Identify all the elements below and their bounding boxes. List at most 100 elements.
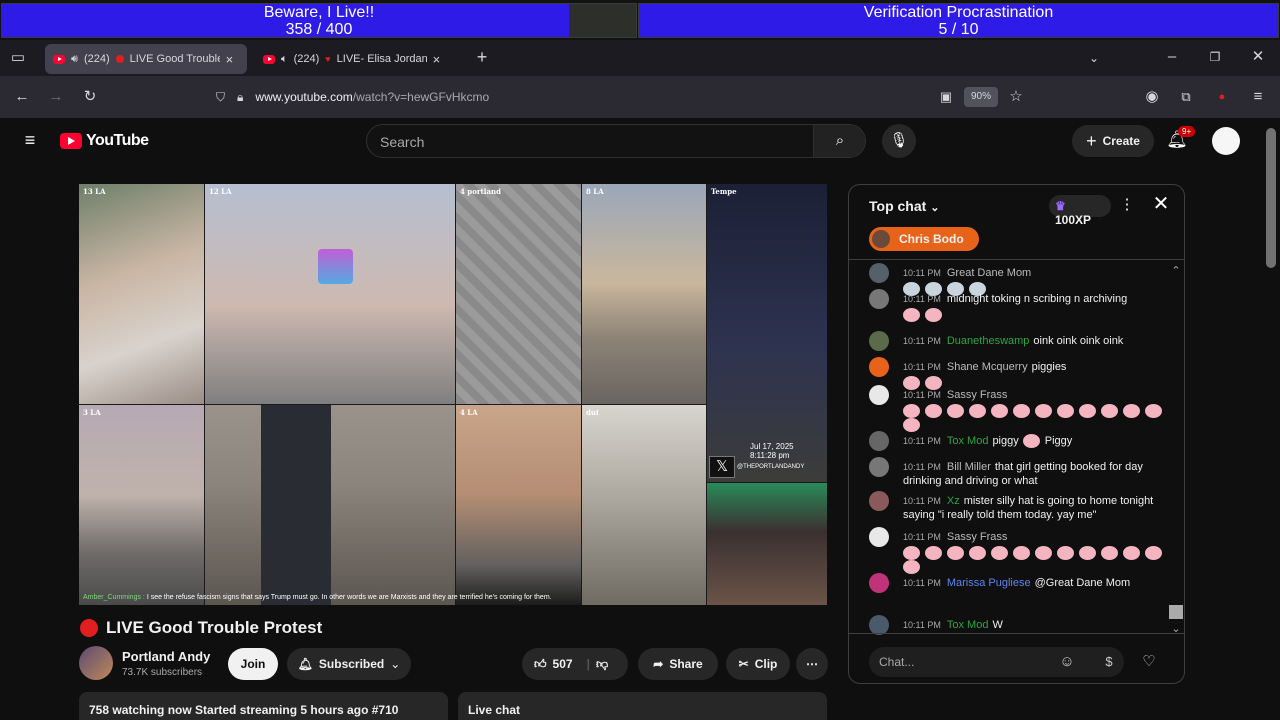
mute-icon[interactable]: 🔈︎ [281, 53, 288, 66]
tile-label: 12 LA [209, 187, 232, 196]
search-button[interactable]: ⌕ [813, 125, 865, 157]
minimize-icon[interactable]: – [1162, 47, 1182, 67]
chat-avatar[interactable] [869, 615, 889, 635]
chat-message-body: 10:11 PM Sassy Frass [903, 388, 1169, 433]
chat-author[interactable]: Bill Miller [947, 461, 991, 473]
speaker-icon[interactable]: 🔊︎ [71, 53, 78, 66]
hamburger-menu-icon[interactable]: ≡ [20, 130, 40, 150]
back-icon[interactable]: ← [12, 87, 32, 107]
chat-message-body: 10:11 PM Xz mister silly hat is going to h… [903, 494, 1169, 522]
clip-button[interactable]: ✂ Clip [726, 648, 790, 680]
super-chat-icon[interactable]: $ [1099, 652, 1119, 672]
share-button[interactable]: ➦ Share [638, 648, 718, 680]
chat-message-body: 10:11 PM Sassy Frass [903, 530, 1169, 575]
emoji-row [903, 404, 1169, 433]
picture-icon[interactable]: ▣ [936, 87, 956, 107]
zoom-level[interactable]: 90% [964, 87, 998, 107]
chat-avatar[interactable] [869, 491, 889, 511]
close-chat-icon[interactable]: ✕ [1151, 194, 1171, 214]
chat-scrollbar-thumb[interactable] [1169, 605, 1183, 619]
list-all-tabs-icon[interactable]: ⌄ [1084, 48, 1104, 68]
tab-live-elisa-jordan[interactable]: 🔈︎ (224) ♥ LIVE- Elisa Jordan × [255, 44, 455, 74]
chat-author[interactable]: Sassy Frass [947, 531, 1008, 543]
dislike-button[interactable]: 👎︎ [596, 657, 608, 672]
forward-icon[interactable]: → [46, 87, 66, 107]
live-chat-replay-header[interactable]: Live chat [458, 692, 827, 720]
new-tab-button[interactable]: + [472, 47, 492, 67]
chat-avatar[interactable] [869, 331, 889, 351]
chat-avatar[interactable] [869, 357, 889, 377]
xp-badge[interactable]: ♛ 100XP [1049, 195, 1111, 227]
chat-timestamp: 10:11 PM [903, 532, 941, 542]
close-window-icon[interactable]: ✕ [1248, 47, 1268, 67]
chat-avatar[interactable] [869, 385, 889, 405]
subscribed-button[interactable]: 🔔︎ Subscribed ⌄ [287, 648, 411, 680]
chat-emoji-icon [925, 404, 942, 419]
supporter-avatar [872, 230, 890, 248]
chat-author[interactable]: Tox Mod [947, 619, 989, 631]
shield-icon[interactable]: ⛉ [216, 90, 225, 105]
create-button[interactable]: + Create [1072, 125, 1154, 157]
page-scrollbar-thumb[interactable] [1266, 128, 1276, 268]
scroll-up-icon[interactable]: ⌃ [1167, 261, 1184, 281]
close-tab-icon[interactable]: × [226, 52, 234, 67]
microphone-icon: 🎙︎ [889, 132, 909, 149]
url-bar[interactable]: ⛉ 🔒︎ www.youtube.com /watch?v=hewGFvHkcm… [210, 82, 1030, 112]
reload-icon[interactable]: ↻ [80, 87, 100, 107]
chat-input[interactable]: Chat... [869, 647, 1124, 677]
heart-icon[interactable]: ♡ [1139, 652, 1159, 672]
like-button[interactable]: 👍︎ [534, 657, 547, 672]
chat-avatar[interactable] [869, 289, 889, 309]
stream-tile: Tempe Jul 17, 2025 8:11:28 pm 𝕏 @THEPORT… [707, 184, 827, 482]
top-chat-dropdown[interactable]: Top chat ⌄ [869, 198, 939, 214]
channel-name[interactable]: Portland Andy [122, 649, 210, 664]
tab-list-icon[interactable]: ▭ [8, 48, 28, 68]
chat-avatar[interactable] [869, 527, 889, 547]
chat-emoji-icon [903, 546, 920, 561]
chat-emoji-icon [903, 560, 920, 575]
search-input[interactable]: Search [380, 134, 424, 150]
video-player[interactable]: 13 LA 12 LA 4 portland 8 LA Tempe Jul 17… [79, 184, 827, 605]
close-tab-icon[interactable]: × [433, 52, 441, 67]
chat-timestamp: 10:11 PM [903, 462, 941, 472]
pinned-supporter-chip[interactable]: Chris Bodo [869, 227, 979, 251]
tab-live-good-trouble[interactable]: 🔊︎ (224) LIVE Good Trouble × [45, 44, 247, 74]
chat-avatar[interactable] [869, 263, 889, 283]
chat-author[interactable]: Tox Mod [947, 435, 989, 447]
join-button[interactable]: Join [228, 648, 278, 680]
audio-visualizer-icon [318, 249, 353, 284]
emoji-icon[interactable]: ☺ [1057, 652, 1077, 672]
restore-icon[interactable]: ❐ [1205, 47, 1225, 67]
lock-icon[interactable]: 🔒︎ [237, 90, 243, 105]
chat-author[interactable]: Marissa Pugliese [947, 577, 1031, 589]
avatar[interactable] [1212, 127, 1240, 155]
chat-author[interactable]: Great Dane Mom [947, 267, 1031, 279]
subscribed-label: Subscribed [318, 657, 385, 671]
youtube-logo[interactable]: YouTube [60, 132, 149, 150]
chat-text: Piggy [1044, 435, 1073, 447]
chat-author[interactable]: Xz [947, 495, 960, 507]
chevron-down-icon: ⌄ [390, 657, 401, 671]
x-logo-icon: 𝕏 [709, 456, 735, 478]
video-description[interactable]: 758 watching now Started streaming 5 hou… [79, 692, 448, 720]
more-options-icon[interactable]: ⋮ [1117, 195, 1137, 215]
channel-avatar[interactable] [79, 646, 113, 680]
chat-author[interactable]: Duanetheswamp [947, 335, 1030, 347]
extension-badge-icon[interactable]: ● [1212, 87, 1232, 107]
chat-avatar[interactable] [869, 431, 889, 451]
chat-author[interactable]: Shane Mcquerry [947, 361, 1028, 373]
bookmark-star-icon[interactable]: ☆ [1006, 87, 1026, 107]
voice-search-button[interactable]: 🎙︎ [882, 124, 916, 158]
create-label: Create [1102, 134, 1140, 148]
account-icon[interactable]: ◉ [1142, 87, 1162, 107]
app-menu-icon[interactable]: ≡ [1248, 87, 1268, 107]
chat-avatar[interactable] [869, 457, 889, 477]
extensions-icon[interactable]: ⧉ [1176, 87, 1196, 107]
chat-author[interactable]: Sassy Frass [947, 389, 1008, 401]
more-actions-button[interactable]: ⋯ [796, 648, 828, 680]
chat-text: @Great Dane Mom [1034, 577, 1131, 589]
search-box[interactable]: Search ⌕ [366, 124, 866, 158]
scroll-down-icon[interactable]: ⌄ [1167, 619, 1184, 639]
chat-emoji-icon [1013, 404, 1030, 419]
chat-avatar[interactable] [869, 573, 889, 593]
